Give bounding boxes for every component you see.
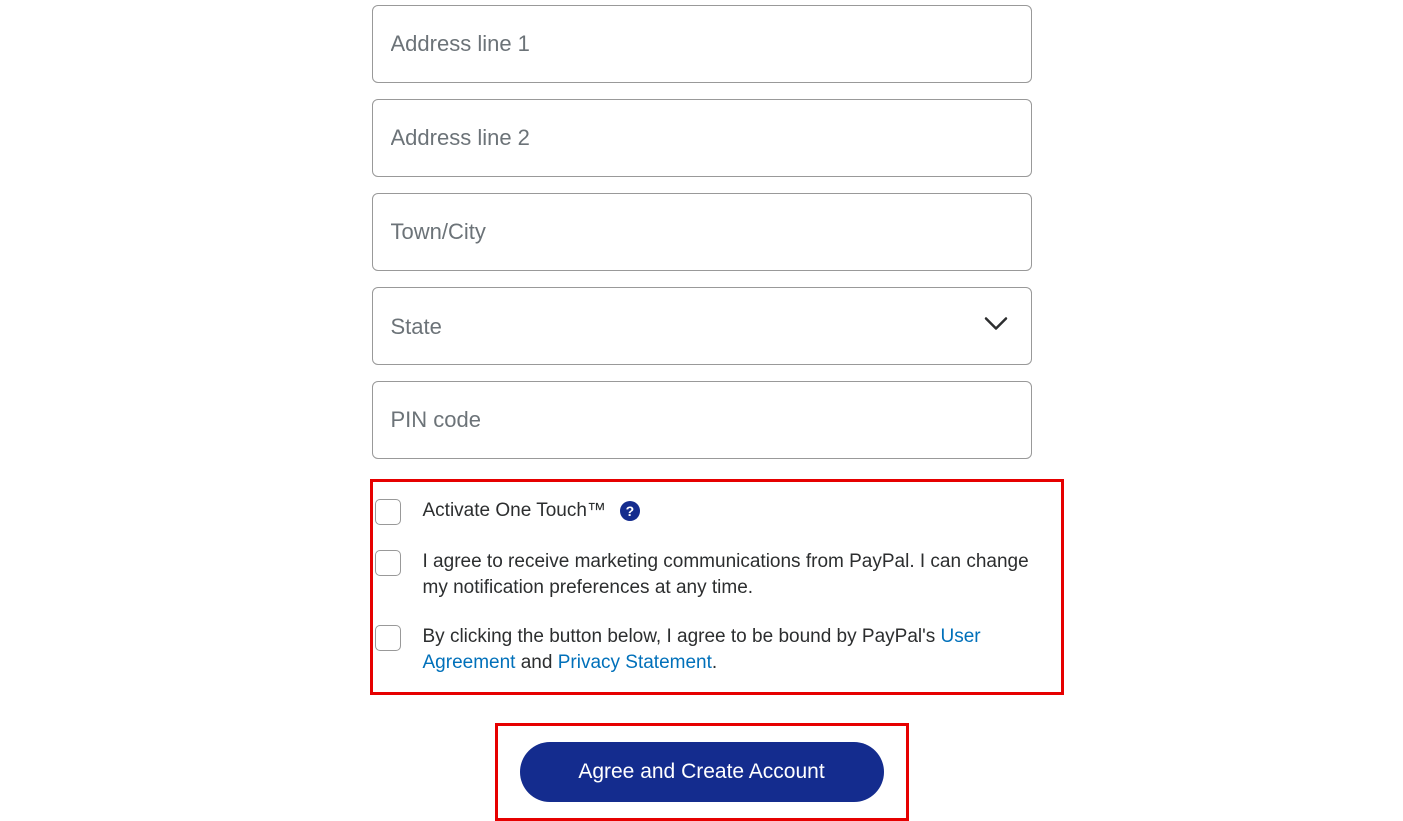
terms-row: By clicking the button below, I agree to… [373, 618, 1061, 681]
one-touch-label: Activate One Touch™ [423, 498, 606, 524]
state-select-wrapper: State [372, 287, 1032, 365]
pin-code-input[interactable] [372, 381, 1032, 459]
address-line-2-input[interactable] [372, 99, 1032, 177]
submit-section: Agree and Create Account [495, 723, 909, 821]
marketing-row: I agree to receive marketing communicati… [373, 543, 1061, 606]
checkboxes-section: Activate One Touch™ ? I agree to receive… [370, 479, 1064, 695]
signup-form: State Activate One Touch™ ? I agree to r… [372, 5, 1032, 821]
town-city-input[interactable] [372, 193, 1032, 271]
one-touch-row: Activate One Touch™ ? [373, 492, 1061, 531]
terms-checkbox[interactable] [375, 625, 401, 651]
marketing-label: I agree to receive marketing communicati… [423, 549, 1049, 600]
terms-prefix: By clicking the button below, I agree to… [423, 626, 941, 647]
terms-suffix: . [712, 652, 717, 673]
address-line-1-input[interactable] [372, 5, 1032, 83]
terms-label: By clicking the button below, I agree to… [423, 624, 1049, 675]
marketing-checkbox[interactable] [375, 550, 401, 576]
terms-middle: and [515, 652, 557, 673]
agree-create-account-button[interactable]: Agree and Create Account [520, 742, 884, 802]
privacy-statement-link[interactable]: Privacy Statement [558, 652, 712, 673]
one-touch-checkbox[interactable] [375, 499, 401, 525]
one-touch-label-wrapper: Activate One Touch™ ? [423, 498, 640, 524]
state-select[interactable]: State [372, 287, 1032, 365]
help-icon[interactable]: ? [620, 501, 640, 521]
